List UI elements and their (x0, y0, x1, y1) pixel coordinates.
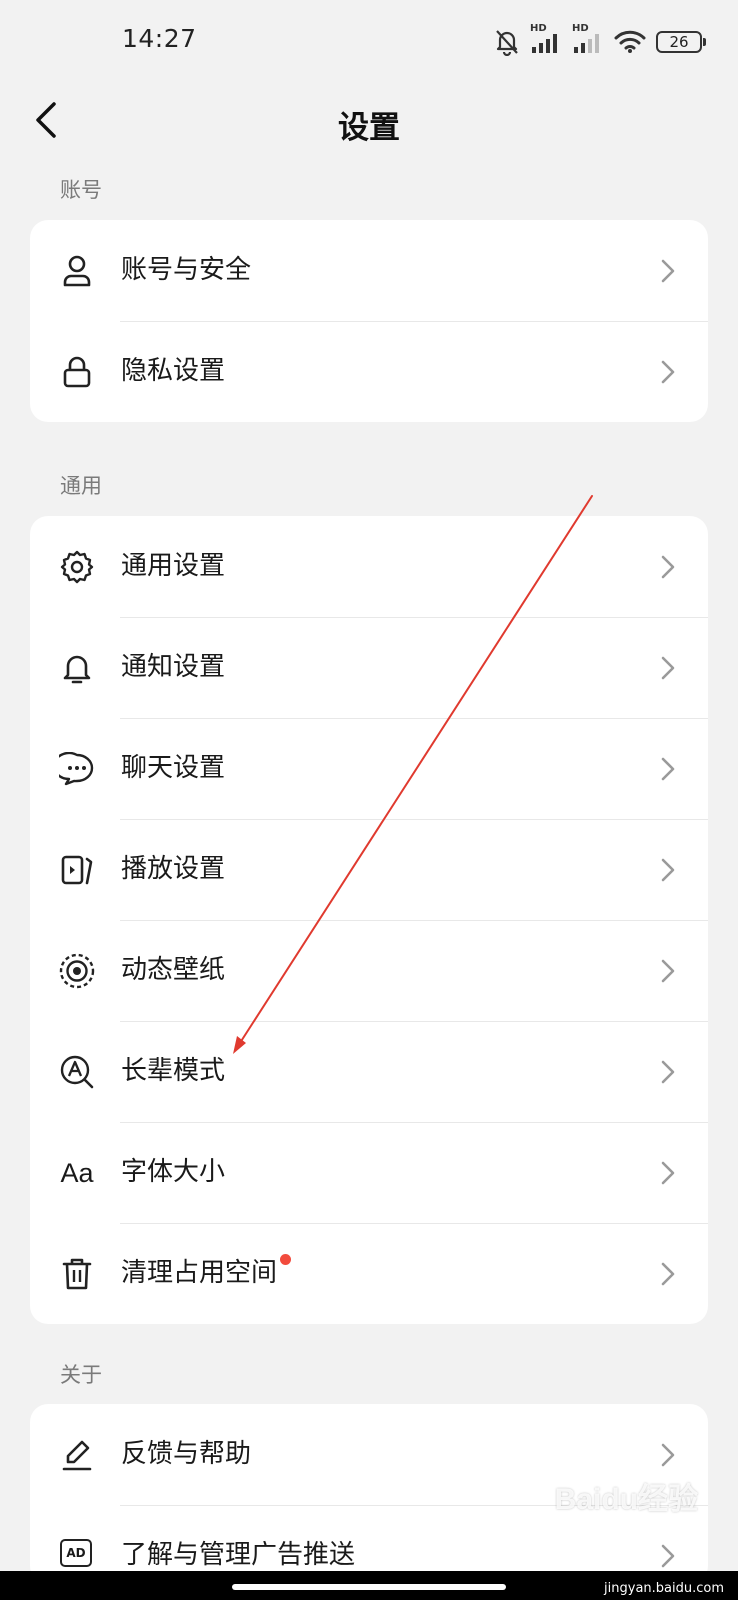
settings-row-general[interactable]: 通用设置 (30, 516, 708, 617)
chevron-right-icon (661, 555, 675, 579)
signal-icon: HD (572, 23, 604, 55)
row-label: 长辈模式 (121, 1056, 226, 1086)
row-label: 聊天设置 (121, 753, 226, 783)
section-label-general: 通用 (60, 474, 102, 498)
general-card: 通用设置 通知设置 聊天设置 播放设置 动态壁纸 长辈模式 Aa 字体大小 清理… (30, 516, 708, 1324)
signal-icon: HD (530, 23, 562, 55)
chevron-right-icon (661, 858, 675, 882)
chevron-right-icon (661, 259, 675, 283)
user-icon (58, 252, 96, 290)
settings-row-playback[interactable]: 播放设置 (30, 819, 708, 920)
row-label: 播放设置 (121, 854, 226, 884)
chevron-right-icon (661, 360, 675, 384)
live-wallpaper-icon (58, 952, 96, 990)
row-label: 账号与安全 (121, 255, 252, 285)
watermark-site: jingyan.baidu.com (604, 1581, 724, 1596)
settings-row-notification[interactable]: 通知设置 (30, 617, 708, 718)
page-title: 设置 (338, 110, 400, 146)
notification-dot (280, 1254, 292, 1265)
play-screen-icon (58, 851, 96, 889)
bell-off-icon (494, 28, 520, 56)
battery-level: 26 (669, 33, 689, 51)
row-label: 通用设置 (121, 551, 226, 581)
signal-hd-label: HD (572, 23, 589, 34)
row-label: 了解与管理广告推送 (121, 1540, 356, 1570)
battery-icon: 26 (656, 31, 706, 53)
chevron-right-icon (661, 1060, 675, 1084)
chevron-right-icon (661, 1161, 675, 1185)
signal-hd-label: HD (530, 23, 547, 34)
font-size-icon: Aa (58, 1154, 96, 1192)
row-label: 隐私设置 (121, 356, 226, 386)
row-label-wrap: 清理占用空间 (121, 1254, 292, 1290)
elder-mode-icon (58, 1053, 96, 1091)
chevron-right-icon (661, 656, 675, 680)
chevron-right-icon (661, 757, 675, 781)
gear-icon (58, 548, 96, 586)
ad-icon: AD (60, 1539, 92, 1567)
account-card: 账号与安全 隐私设置 (30, 220, 708, 422)
section-label-account: 账号 (60, 178, 102, 202)
baidu-watermark: Baidu经验 (554, 1483, 698, 1516)
status-icons: HD HD 26 (494, 23, 706, 58)
settings-row-privacy[interactable]: 隐私设置 (30, 321, 708, 422)
settings-row-clear-storage[interactable]: 清理占用空间 (30, 1223, 708, 1324)
ad-icon-text: AD (66, 1546, 86, 1560)
chevron-right-icon (661, 1443, 675, 1467)
wifi-icon (614, 30, 646, 54)
section-label-about: 关于 (60, 1363, 102, 1387)
settings-row-chat[interactable]: 聊天设置 (30, 718, 708, 819)
row-label: 清理占用空间 (121, 1258, 278, 1288)
trash-icon (58, 1255, 96, 1293)
font-size-icon-text: Aa (60, 1157, 94, 1188)
bell-icon (58, 649, 96, 687)
chevron-right-icon (661, 1262, 675, 1286)
status-bar: 14:27 HD HD 26 (0, 0, 738, 84)
pen-icon (58, 1436, 96, 1474)
row-label: 动态壁纸 (121, 955, 226, 985)
settings-row-font-size[interactable]: Aa 字体大小 (30, 1122, 708, 1223)
header: 设置 (0, 84, 738, 176)
status-time: 14:27 (122, 24, 197, 53)
chat-bubble-icon (58, 750, 96, 788)
settings-row-elder-mode[interactable]: 长辈模式 (30, 1021, 708, 1122)
row-label: 反馈与帮助 (121, 1439, 252, 1469)
lock-icon (58, 353, 96, 391)
home-indicator[interactable] (232, 1584, 506, 1590)
chevron-right-icon (661, 1544, 675, 1568)
chevron-right-icon (661, 959, 675, 983)
settings-row-live-wallpaper[interactable]: 动态壁纸 (30, 920, 708, 1021)
row-label: 通知设置 (121, 652, 226, 682)
row-label: 字体大小 (121, 1157, 226, 1187)
settings-row-account-security[interactable]: 账号与安全 (30, 220, 708, 321)
